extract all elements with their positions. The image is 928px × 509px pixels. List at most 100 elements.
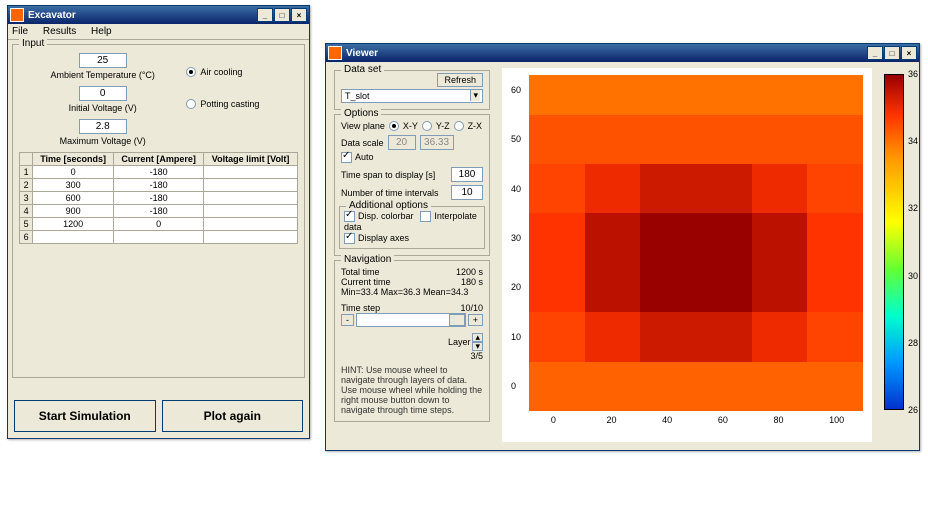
- hint-text: HINT: Use mouse wheel to navigate throug…: [341, 365, 483, 415]
- heatmap-cell: [585, 115, 641, 164]
- table-header: [20, 153, 33, 166]
- row-index: 1: [20, 166, 33, 179]
- heatmap-cell: [807, 75, 863, 115]
- heatmap-cell: [696, 362, 752, 411]
- table-cell[interactable]: 600: [33, 192, 114, 205]
- viewplane-zx-radio[interactable]: Z-X: [454, 121, 483, 131]
- y-tick: 30: [511, 233, 521, 243]
- profile-table: Time [seconds]Current [Ampere]Voltage li…: [19, 152, 298, 244]
- menu-results[interactable]: Results: [43, 26, 76, 37]
- x-tick: 80: [774, 415, 784, 425]
- radio-icon: [186, 99, 196, 109]
- timestep-value: 10/10: [460, 303, 483, 313]
- slider-minus-button[interactable]: -: [341, 314, 354, 326]
- menu-help[interactable]: Help: [91, 26, 112, 37]
- table-cell[interactable]: [204, 231, 298, 244]
- slider-thumb[interactable]: [449, 314, 465, 326]
- heatmap-cell: [752, 312, 808, 361]
- addopt-legend: Additional options: [346, 200, 431, 211]
- plot-again-button[interactable]: Plot again: [162, 400, 304, 432]
- layer-label: Layer: [448, 337, 471, 347]
- table-cell[interactable]: -180: [113, 205, 203, 218]
- table-cell[interactable]: [113, 231, 203, 244]
- table-row[interactable]: 10-180: [20, 166, 298, 179]
- heatmap-cell: [529, 213, 585, 262]
- auto-checkbox[interactable]: Auto: [341, 152, 483, 163]
- table-row[interactable]: 2300-180: [20, 179, 298, 192]
- slider-plus-button[interactable]: +: [468, 314, 483, 326]
- start-simulation-button[interactable]: Start Simulation: [14, 400, 156, 432]
- menubar: File Results Help: [8, 24, 309, 40]
- table-cell[interactable]: [204, 218, 298, 231]
- dataset-select[interactable]: T_slot: [341, 89, 483, 103]
- table-cell[interactable]: -180: [113, 179, 203, 192]
- table-row[interactable]: 4900-180: [20, 205, 298, 218]
- close-icon[interactable]: ×: [291, 8, 307, 22]
- minimize-icon[interactable]: _: [867, 46, 883, 60]
- ambient-temp-input[interactable]: 25: [79, 53, 127, 68]
- close-icon[interactable]: ×: [901, 46, 917, 60]
- heatmap-cell: [640, 263, 696, 312]
- heatmap-cell: [696, 164, 752, 213]
- totaltime-value: 1200 s: [456, 267, 483, 277]
- heatmap-cell: [585, 312, 641, 361]
- numintervals-input[interactable]: 10: [451, 185, 483, 200]
- currenttime-value: 180 s: [461, 277, 483, 287]
- dataset-legend: Data set: [341, 64, 384, 75]
- maximize-icon[interactable]: □: [884, 46, 900, 60]
- colorbar-tick: 28: [908, 338, 918, 348]
- heatmap-cell: [752, 164, 808, 213]
- timespan-input[interactable]: 180: [451, 167, 483, 182]
- excavator-titlebar: Excavator _ □ ×: [8, 6, 309, 24]
- table-row[interactable]: 512000: [20, 218, 298, 231]
- refresh-button[interactable]: Refresh: [437, 73, 483, 87]
- table-cell[interactable]: 1200: [33, 218, 114, 231]
- stats-text: Min=33.4 Max=36.3 Mean=34.3: [341, 287, 483, 297]
- table-cell[interactable]: [33, 231, 114, 244]
- initial-voltage-input[interactable]: 0: [79, 86, 127, 101]
- x-tick: 0: [551, 415, 556, 425]
- table-cell[interactable]: -180: [113, 192, 203, 205]
- table-cell[interactable]: [204, 205, 298, 218]
- display-axes-checkbox[interactable]: Display axes: [344, 233, 480, 244]
- maximize-icon[interactable]: □: [274, 8, 290, 22]
- initial-voltage-label: Initial Voltage (V): [19, 103, 186, 113]
- heatmap-cell: [752, 115, 808, 164]
- table-header: Current [Ampere]: [113, 153, 203, 166]
- heatmap-cell: [807, 164, 863, 213]
- viewplane-xy-radio[interactable]: X-Y: [389, 121, 418, 131]
- max-voltage-input[interactable]: 2.8: [79, 119, 127, 134]
- y-tick: 50: [511, 134, 521, 144]
- heatmap-cell: [640, 115, 696, 164]
- row-index: 3: [20, 192, 33, 205]
- heatmap-cell: [696, 263, 752, 312]
- menu-file[interactable]: File: [12, 26, 28, 37]
- viewplane-yz-radio[interactable]: Y-Z: [422, 121, 450, 131]
- row-index: 2: [20, 179, 33, 192]
- table-cell[interactable]: [204, 179, 298, 192]
- x-tick: 100: [829, 415, 844, 425]
- heatmap-cell: [807, 213, 863, 262]
- table-cell[interactable]: [204, 192, 298, 205]
- air-cooling-radio[interactable]: Air cooling: [186, 67, 298, 77]
- table-row[interactable]: 6: [20, 231, 298, 244]
- colorbar-tick: 30: [908, 271, 918, 281]
- minimize-icon[interactable]: _: [257, 8, 273, 22]
- table-row[interactable]: 3600-180: [20, 192, 298, 205]
- y-tick: 40: [511, 184, 521, 194]
- datascale-label: Data scale: [341, 138, 384, 148]
- table-cell[interactable]: -180: [113, 166, 203, 179]
- table-cell[interactable]: [204, 166, 298, 179]
- table-cell[interactable]: 0: [113, 218, 203, 231]
- table-cell[interactable]: 900: [33, 205, 114, 218]
- options-legend: Options: [341, 108, 381, 119]
- table-cell[interactable]: 300: [33, 179, 114, 192]
- x-tick: 20: [607, 415, 617, 425]
- colorbar: [884, 74, 904, 410]
- layer-down-button[interactable]: ▾: [472, 342, 483, 351]
- timestep-slider[interactable]: [356, 313, 466, 327]
- disp-colorbar-checkbox[interactable]: Disp. colorbar: [344, 211, 414, 222]
- potting-casting-radio[interactable]: Potting casting: [186, 99, 298, 109]
- table-cell[interactable]: 0: [33, 166, 114, 179]
- y-tick: 0: [511, 381, 516, 391]
